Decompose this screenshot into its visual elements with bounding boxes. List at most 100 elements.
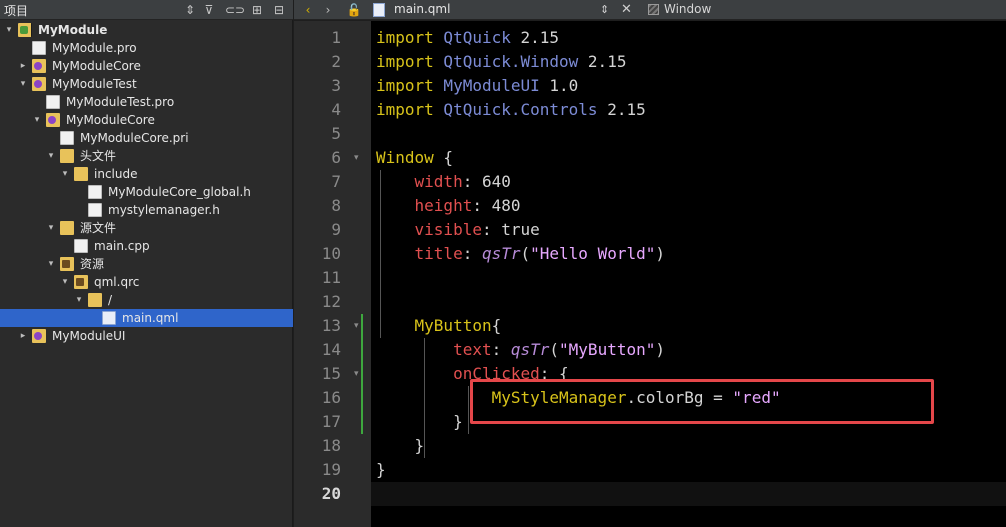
tree-item[interactable]: ▾ MyModuleTest	[0, 75, 293, 93]
expand-arrow-icon[interactable]: ▾	[46, 147, 56, 165]
code-line[interactable]: MyButton{	[376, 314, 502, 338]
line-number: 20	[321, 484, 341, 503]
expand-arrow-icon[interactable]: ▾	[46, 255, 56, 273]
code-line[interactable]: text: qsTr("MyButton")	[376, 338, 665, 362]
link-icon[interactable]: ⊂⊃	[225, 2, 245, 18]
code-editor[interactable]: import QtQuick 2.15 import QtQuick.Window…	[371, 21, 1006, 527]
collapse-arrow-icon[interactable]: ▸	[18, 57, 28, 75]
tree-item-label: MyModuleTest.pro	[66, 95, 175, 109]
tree-item[interactable]: mystylemanager.h	[0, 201, 293, 219]
project-panel: 项目 ⇕ ⊽ ⊂⊃ ⊞ ⊟ ▾ MyModule MyModule.pro ▸ MyMo…	[0, 0, 293, 527]
close-document-button[interactable]: ✕	[621, 1, 632, 19]
expand-arrow-icon[interactable]: ▾	[46, 219, 56, 237]
tree-item[interactable]: ▸ MyModuleCore	[0, 57, 293, 75]
expand-arrow-icon[interactable]: ▾	[60, 273, 70, 291]
fold-marker-icon[interactable]: ▾	[354, 314, 359, 338]
tree-item-label: 源文件	[80, 221, 117, 235]
tree-item-label: main.qml	[122, 311, 179, 325]
code-token: "MyButton"	[559, 340, 656, 359]
code-token: )	[655, 244, 666, 263]
tree-item-label: MyModuleCore.pri	[80, 131, 189, 145]
code-token: Window	[376, 148, 434, 167]
line-number: 17	[321, 412, 341, 431]
tree-item-label: MyModule.pro	[52, 41, 137, 55]
code-token: }	[376, 460, 386, 479]
qml-file-icon	[373, 3, 385, 17]
tree-item[interactable]: ▾ /	[0, 291, 293, 309]
expand-arrow-icon[interactable]: ▾	[60, 165, 70, 183]
code-line[interactable]: visible: true	[376, 218, 540, 242]
project-icon	[18, 23, 32, 37]
line-number: 12	[321, 292, 341, 311]
close-split-icon[interactable]: ⊟	[271, 2, 287, 18]
tree-item[interactable]: ▾ include	[0, 165, 293, 183]
filter-icon[interactable]: ⊽	[201, 2, 217, 18]
code-line[interactable]: import MyModuleUI 1.0	[376, 74, 578, 98]
subproject-icon	[32, 59, 46, 73]
line-number: 15	[321, 364, 341, 383]
code-token: : 480	[472, 196, 521, 215]
line-number: 9	[331, 220, 341, 239]
code-line[interactable]: }	[376, 410, 463, 434]
expand-arrow-icon[interactable]: ▾	[4, 21, 14, 39]
tree-item[interactable]: main.cpp	[0, 237, 293, 255]
add-split-icon[interactable]: ⊞	[249, 2, 265, 18]
code-token: height	[414, 196, 473, 215]
code-token: :	[462, 244, 482, 263]
tree-item[interactable]: ▾ qml.qrc	[0, 273, 293, 291]
folder-icon	[74, 167, 88, 181]
fold-marker-icon[interactable]: ▾	[354, 146, 359, 170]
code-line[interactable]: height: 480	[376, 194, 521, 218]
file-select-dropdown-icon[interactable]: ⇕	[600, 1, 609, 19]
code-token: {	[491, 316, 502, 335]
line-number: 14	[321, 340, 341, 359]
tree-item-label: MyModuleCore	[52, 59, 141, 73]
code-line[interactable]: import QtQuick.Window 2.15	[376, 50, 626, 74]
code-line[interactable]: }	[376, 434, 425, 458]
tree-item[interactable]: main.qml	[0, 309, 293, 327]
code-line[interactable]: }	[376, 458, 386, 482]
code-line[interactable]: Window {	[376, 146, 453, 170]
code-line[interactable]: title: qsTr("Hello World")	[376, 242, 665, 266]
fold-marker-icon[interactable]: ▾	[354, 362, 359, 386]
tree-item[interactable]: MyModuleCore.pri	[0, 129, 293, 147]
expand-arrow-icon[interactable]: ▾	[18, 75, 28, 93]
tree-item[interactable]: MyModuleTest.pro	[0, 93, 293, 111]
line-number: 2	[331, 52, 341, 71]
tree-item[interactable]: ▾ 资源	[0, 255, 293, 273]
resource-icon	[60, 257, 74, 271]
expand-arrow-icon[interactable]: ▾	[74, 291, 84, 309]
code-token: (	[549, 340, 560, 359]
code-line[interactable]: width: 640	[376, 170, 511, 194]
sort-icon[interactable]: ⇕	[182, 2, 198, 18]
tree-item-label: MyModuleTest	[52, 77, 137, 91]
code-token: : true	[481, 220, 540, 239]
code-token: text	[453, 340, 492, 359]
code-line[interactable]: import QtQuick.Controls 2.15	[376, 98, 646, 122]
project-toolbar: 项目 ⇕ ⊽ ⊂⊃ ⊞ ⊟	[0, 0, 293, 20]
line-number: 7	[331, 172, 341, 191]
code-token: qsTr	[510, 340, 550, 359]
code-token: : 640	[462, 172, 511, 191]
collapse-arrow-icon[interactable]: ▸	[18, 327, 28, 345]
code-line[interactable]: import QtQuick 2.15	[376, 26, 559, 50]
line-number: 4	[331, 100, 341, 119]
expand-arrow-icon[interactable]: ▾	[32, 111, 42, 129]
tree-item[interactable]: ▾ 头文件	[0, 147, 293, 165]
back-button[interactable]: ‹	[300, 1, 316, 19]
tree-item[interactable]: MyModule.pro	[0, 39, 293, 57]
open-file-name[interactable]: main.qml	[394, 2, 450, 16]
tree-item-label: /	[108, 293, 113, 307]
forward-button[interactable]: ›	[320, 1, 336, 19]
tree-item[interactable]: MyModuleCore_global.h	[0, 183, 293, 201]
tree-item[interactable]: ▾ 源文件	[0, 219, 293, 237]
tree-item[interactable]: ▸ MyModuleUI	[0, 327, 293, 345]
file-icon	[88, 185, 102, 199]
tree-item[interactable]: ▾ MyModuleCore	[0, 111, 293, 129]
folder-icon	[46, 113, 60, 127]
current-symbol[interactable]: Window	[664, 2, 711, 16]
tree-item[interactable]: ▾ MyModule	[0, 21, 293, 39]
